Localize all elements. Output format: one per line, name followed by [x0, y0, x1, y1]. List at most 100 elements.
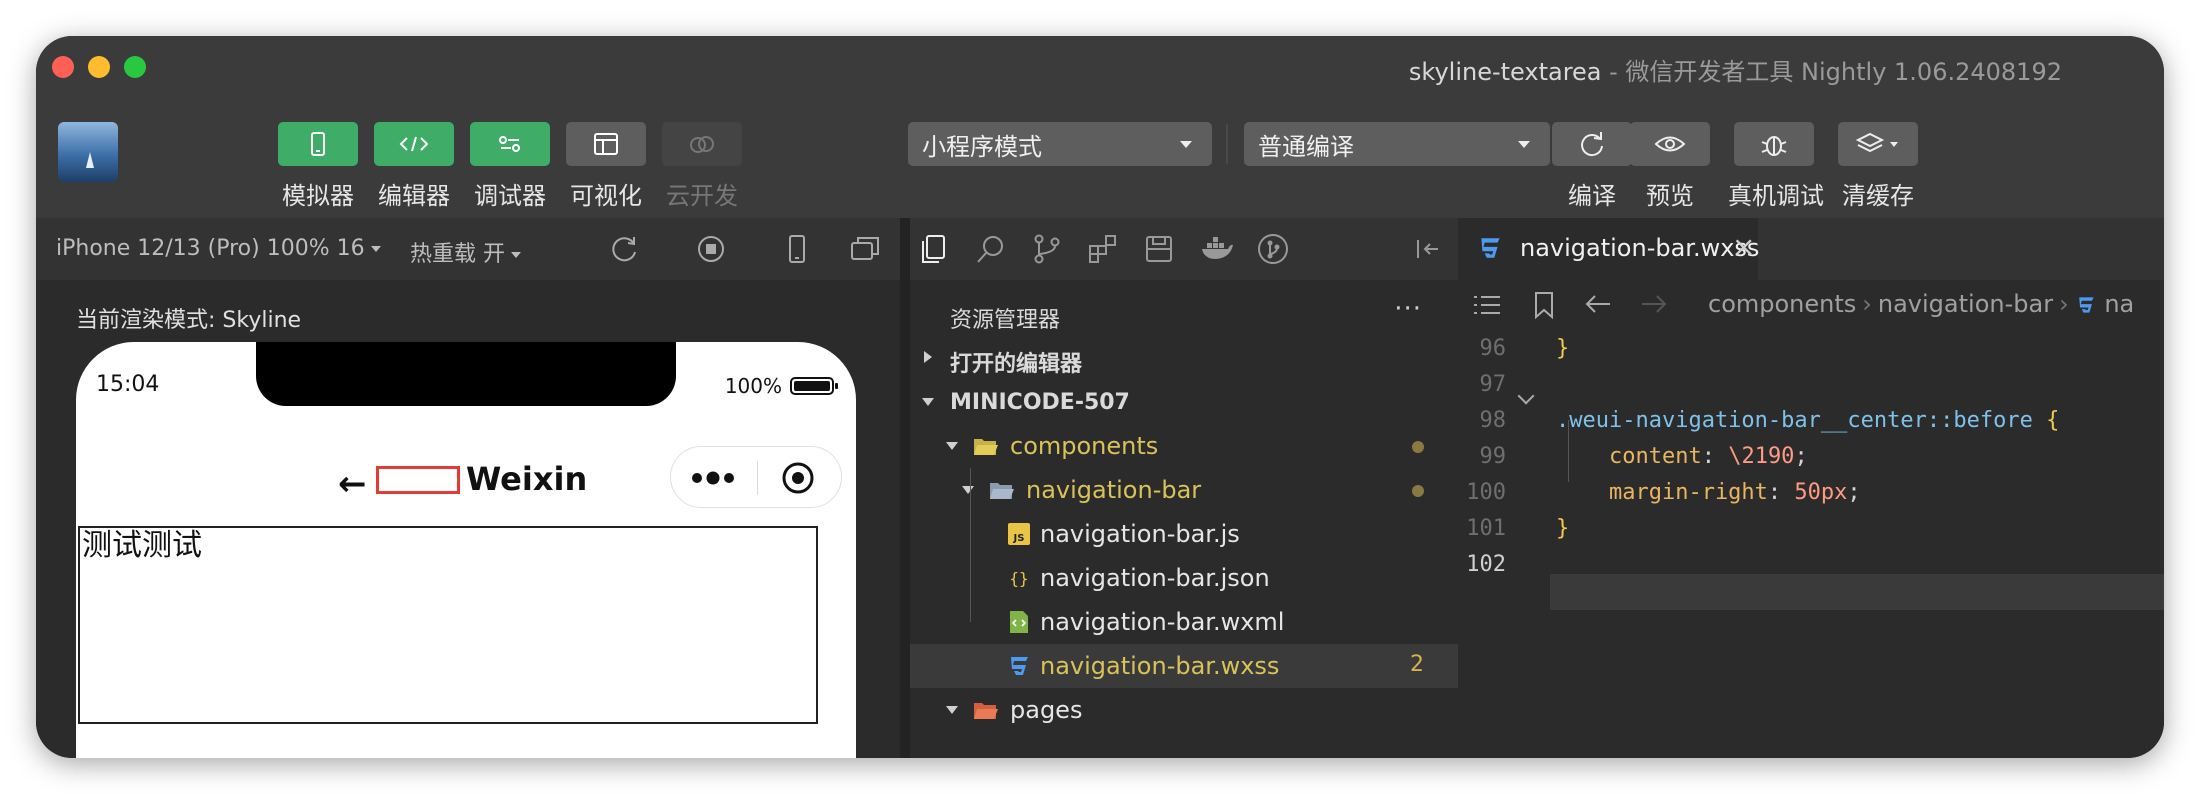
minimize-window-button[interactable]	[88, 56, 110, 78]
chevron-down-icon	[946, 706, 958, 714]
collapse-sidebar-icon[interactable]	[1410, 232, 1444, 266]
breadcrumb-item[interactable]: na	[2104, 290, 2134, 318]
source-control-icon[interactable]	[1030, 232, 1064, 266]
cloud-toggle-button[interactable]	[662, 122, 742, 166]
simulator-toggle-button[interactable]	[278, 122, 358, 166]
status-time: 15:04	[96, 372, 160, 397]
avatar[interactable]	[58, 122, 118, 182]
arrow-left-icon[interactable]	[1584, 292, 1612, 316]
stop-icon[interactable]	[694, 232, 728, 266]
open-editors-label: 打开的编辑器	[950, 352, 1083, 377]
explorer-files-icon[interactable]	[918, 232, 952, 266]
file-navigation-bar-wxml[interactable]: navigation-bar.wxml	[910, 600, 1458, 644]
menu-capsule	[670, 446, 842, 508]
tab-label: navigation-bar.wxss	[1520, 234, 1760, 262]
bookmark-icon[interactable]	[1532, 290, 1556, 320]
search-icon[interactable]	[974, 232, 1008, 266]
status-battery: 100%	[724, 374, 838, 398]
battery-percent: 100%	[724, 374, 782, 398]
folder-navigation-bar[interactable]: navigation-bar	[910, 468, 1458, 512]
file-navigation-bar-js[interactable]: JS navigation-bar.js	[910, 512, 1458, 556]
file-navigation-bar-wxss[interactable]: navigation-bar.wxss 2	[910, 644, 1458, 688]
editor-breadcrumb-bar: components › navigation-bar › na	[1458, 280, 2164, 330]
mode-select[interactable]: 小程序模式	[908, 122, 1212, 166]
detach-window-icon[interactable]	[848, 232, 882, 266]
phone-icon	[311, 132, 325, 156]
modified-dot	[1412, 485, 1424, 497]
device-debug-button[interactable]	[1734, 122, 1814, 166]
compile-select[interactable]: 普通编译	[1244, 122, 1550, 166]
code-line: margin-right: 50px;	[1556, 480, 1861, 505]
titlebar: skyline-textarea - 微信开发者工具 Nightly 1.06.…	[36, 36, 2164, 218]
capsule-divider	[757, 461, 758, 495]
storage-icon[interactable]	[1142, 232, 1176, 266]
project-section[interactable]: MINICODE-507	[910, 380, 1458, 424]
line-number: 98	[1479, 408, 1507, 433]
folder-components[interactable]: components	[910, 424, 1458, 468]
refresh-icon	[1581, 132, 1603, 157]
svg-text:{}: {}	[1009, 569, 1028, 588]
hot-reload-value: 热重载 开	[410, 242, 505, 267]
breadcrumb-item[interactable]: components	[1708, 290, 1856, 318]
line-number: 101	[1466, 516, 1506, 541]
file-label: navigation-bar.wxml	[1040, 608, 1285, 636]
clear-cache-button[interactable]	[1838, 122, 1918, 166]
css-file-icon	[1481, 238, 1500, 258]
fold-chevron-icon[interactable]	[1517, 387, 1535, 405]
visual-toggle-button[interactable]	[566, 122, 646, 166]
editor-tabs: navigation-bar.wxss ×	[1458, 218, 2164, 280]
arrow-right-icon[interactable]	[1640, 292, 1668, 316]
code-editor[interactable]: 96} 97 98 .weui-navigation-bar__center::bef…	[1458, 330, 2164, 758]
problem-count-badge: 2	[1410, 652, 1424, 677]
nav-title: Weixin	[466, 460, 588, 498]
file-label: navigation-bar.wxss	[1040, 652, 1280, 680]
toolbar-divider	[1226, 124, 1228, 164]
folder-label: navigation-bar	[1026, 476, 1202, 504]
device-debug-label: 真机调试	[1728, 182, 1824, 210]
bug-icon	[1761, 136, 1787, 156]
line-number: 102	[1466, 552, 1506, 577]
folder-pages[interactable]: pages	[910, 688, 1458, 732]
clear-cache-label: 清缓存	[1842, 182, 1914, 210]
phone-notch	[256, 342, 676, 406]
modified-dot	[1412, 441, 1424, 453]
outline-list-icon[interactable]	[1472, 292, 1502, 318]
compile-label: 编译	[1568, 182, 1616, 210]
pane-splitter[interactable]	[900, 218, 910, 758]
test-textarea[interactable]: 测试测试	[78, 526, 818, 724]
debugger-toggle-button[interactable]	[470, 122, 550, 166]
docker-icon[interactable]	[1200, 232, 1234, 266]
tab-navigation-bar-wxss[interactable]: navigation-bar.wxss ×	[1458, 218, 1760, 280]
folder-open-icon	[974, 439, 998, 455]
hot-reload-select[interactable]: 热重载 开	[410, 236, 521, 268]
device-select[interactable]: iPhone 12/13 (Pro) 100% 16	[56, 236, 381, 261]
close-icon[interactable]: ×	[1732, 230, 1755, 263]
close-window-button[interactable]	[52, 56, 74, 78]
open-editors-section[interactable]: 打开的编辑器	[910, 336, 1458, 380]
chevron-down-icon	[1518, 141, 1530, 148]
zoom-window-button[interactable]	[124, 56, 146, 78]
extensions-icon[interactable]	[1086, 232, 1120, 266]
close-miniprogram-icon[interactable]	[781, 461, 815, 495]
folder-label: pages	[1010, 696, 1083, 724]
compile-select-value: 普通编译	[1258, 132, 1354, 161]
editor-toggle-button[interactable]	[374, 122, 454, 166]
simulator-toolbar: iPhone 12/13 (Pro) 100% 16 热重载 开	[36, 218, 910, 280]
compile-button[interactable]	[1552, 122, 1632, 166]
preview-button[interactable]	[1630, 122, 1710, 166]
chevron-down-icon	[1180, 141, 1192, 148]
more-dots-icon[interactable]	[689, 467, 739, 489]
file-navigation-bar-json[interactable]: {} navigation-bar.json	[910, 556, 1458, 600]
current-line-highlight	[1550, 574, 2164, 610]
more-actions-icon[interactable]: ···	[1394, 294, 1422, 324]
device-rotate-icon[interactable]	[780, 232, 814, 266]
git-graph-icon[interactable]	[1256, 232, 1290, 266]
chevron-right-icon	[924, 351, 932, 363]
nav-back-arrow[interactable]: ←	[338, 464, 367, 504]
preview-label: 预览	[1646, 182, 1694, 210]
nav-title-outline	[376, 466, 460, 494]
svg-text:JS: JS	[1013, 533, 1025, 544]
project-label: MINICODE-507	[950, 390, 1130, 415]
reload-icon[interactable]	[608, 232, 642, 266]
breadcrumb-item[interactable]: navigation-bar	[1878, 290, 2053, 318]
